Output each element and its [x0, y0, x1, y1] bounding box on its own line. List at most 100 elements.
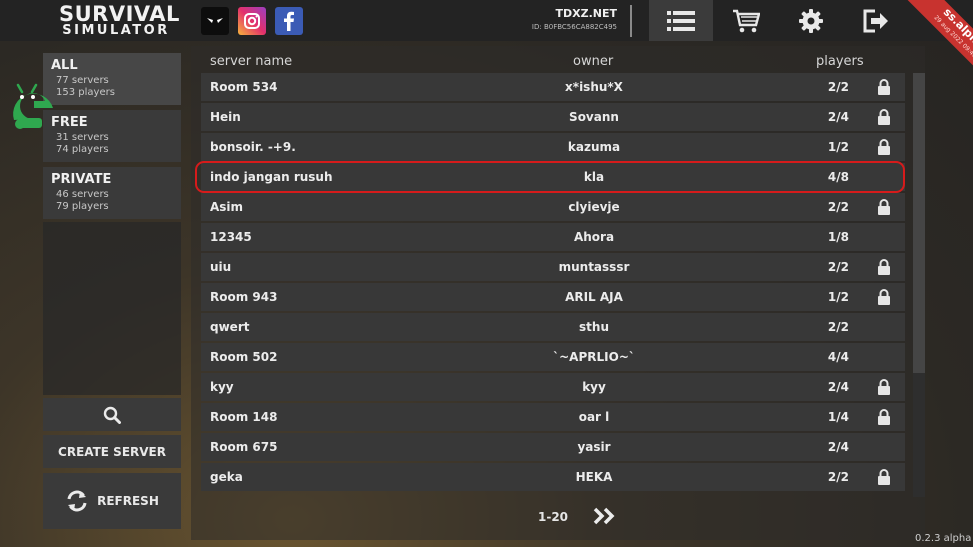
- players-cell: 2/4: [827, 380, 849, 394]
- players-cell: 2/2: [827, 320, 849, 334]
- logo-line-2: SIMULATOR: [62, 23, 170, 38]
- refresh-button[interactable]: REFRESH: [43, 473, 181, 529]
- server-name-cell: uiu: [210, 260, 232, 274]
- lock-icon: [877, 409, 891, 425]
- lock-icon: [877, 109, 891, 125]
- owner-cell: yasir: [577, 440, 611, 454]
- account-info: TDXZ.NET ID: B0FBC56CA882C495: [500, 7, 617, 33]
- players-cell: 2/2: [827, 200, 849, 214]
- category-server-count: 31 servers: [56, 132, 109, 143]
- scrollbar-thumb[interactable]: [913, 73, 925, 373]
- server-name-cell: Room 534: [210, 80, 278, 94]
- create-server-button[interactable]: CREATE SERVER: [43, 435, 181, 468]
- owner-cell: sthu: [579, 320, 609, 334]
- selected-row-highlight: [195, 161, 905, 193]
- category-player-count: 153 players: [56, 87, 115, 98]
- players-cell: 2/2: [827, 470, 849, 484]
- eyes-icon[interactable]: [201, 7, 229, 35]
- lock-icon: [877, 289, 891, 305]
- table-row[interactable]: kyy kyy 2/4: [201, 373, 905, 401]
- owner-cell: Ahora: [573, 230, 615, 244]
- table-row[interactable]: Room 148 oar l 1/4: [201, 403, 905, 431]
- players-cell: 1/2: [827, 290, 849, 304]
- search-icon: [103, 406, 121, 424]
- table-row[interactable]: Room 943 ARIL AJA 1/2: [201, 283, 905, 311]
- lock-icon: [877, 469, 891, 485]
- cart-icon: [733, 9, 760, 32]
- players-cell: 1/4: [827, 410, 849, 424]
- lock-icon: [877, 379, 891, 395]
- column-header-owner[interactable]: owner: [573, 54, 613, 69]
- facebook-icon[interactable]: [275, 7, 303, 35]
- refresh-icon: [67, 490, 87, 512]
- table-row[interactable]: Room 502 `~APRLIO~` 4/4: [201, 343, 905, 371]
- android-logo-icon: [13, 83, 53, 129]
- owner-cell: kazuma: [567, 140, 621, 154]
- table-row[interactable]: Room 534 x*ishu*X 2/2: [201, 73, 905, 101]
- table-row[interactable]: uiu muntasssr 2/2: [201, 253, 905, 281]
- column-header-players[interactable]: players: [816, 54, 864, 69]
- owner-cell: Sovann: [569, 110, 619, 124]
- category-free[interactable]: FREE 31 servers 74 players: [43, 110, 181, 162]
- server-name-cell: Hein: [210, 110, 241, 124]
- lock-icon: [877, 199, 891, 215]
- refresh-label: REFRESH: [97, 494, 159, 508]
- lock-icon: [877, 139, 891, 155]
- players-cell: 2/4: [827, 440, 849, 454]
- table-row[interactable]: bonsoir. -+9. kazuma 1/2: [201, 133, 905, 161]
- category-server-count: 46 servers: [56, 189, 109, 200]
- players-cell: 2/2: [827, 80, 849, 94]
- category-player-count: 74 players: [56, 144, 109, 155]
- exit-icon: [863, 9, 888, 32]
- players-cell: 4/4: [827, 350, 849, 364]
- table-row[interactable]: Asim clyievje 2/2: [201, 193, 905, 221]
- owner-cell: oar l: [578, 410, 610, 424]
- server-name-cell: kyy: [210, 380, 234, 394]
- owner-cell: x*ishu*X: [565, 80, 623, 94]
- owner-cell: muntasssr: [558, 260, 630, 274]
- server-list-button[interactable]: [649, 0, 713, 41]
- server-name-cell: geka: [210, 470, 243, 484]
- menu-icon: [667, 10, 695, 31]
- lock-icon: [877, 79, 891, 95]
- table-row[interactable]: qwert sthu 2/2: [201, 313, 905, 341]
- category-title: PRIVATE: [51, 172, 112, 187]
- column-header-server-name[interactable]: server name: [210, 54, 292, 69]
- settings-button[interactable]: [779, 0, 843, 41]
- category-player-count: 79 players: [56, 201, 109, 212]
- category-private[interactable]: PRIVATE 46 servers 79 players: [43, 167, 181, 219]
- page-range: 1-20: [538, 510, 569, 524]
- gear-icon: [799, 8, 823, 33]
- server-name-cell: 12345: [210, 230, 252, 244]
- category-server-count: 77 servers: [56, 75, 109, 86]
- server-name-cell: Room 943: [210, 290, 278, 304]
- owner-cell: ARIL AJA: [565, 290, 623, 304]
- logo-line-1: SURVIVAL: [59, 2, 180, 26]
- server-table: Room 534 x*ishu*X 2/2 Hein Sovann 2/4 bonsoir.…: [201, 73, 905, 497]
- instagram-icon[interactable]: [238, 7, 266, 35]
- server-name-cell: Room 148: [210, 410, 278, 424]
- server-name-cell: Room 675: [210, 440, 278, 454]
- table-row[interactable]: 12345 Ahora 1/8: [201, 223, 905, 251]
- owner-cell: kyy: [582, 380, 606, 394]
- players-cell: 2/4: [827, 110, 849, 124]
- search-button[interactable]: [43, 398, 181, 431]
- top-bar: SURVIVAL SIMULATOR TDXZ.NET ID: B0FBC56C…: [0, 0, 973, 80]
- server-name-cell: Asim: [210, 200, 244, 214]
- owner-cell: `~APRLIO~`: [553, 350, 635, 364]
- server-name-cell: Room 502: [210, 350, 278, 364]
- players-cell: 2/2: [827, 260, 849, 274]
- table-row[interactable]: geka HEKA 2/2: [201, 463, 905, 491]
- table-row[interactable]: Hein Sovann 2/4: [201, 103, 905, 131]
- category-all[interactable]: ALL 77 servers 153 players: [43, 53, 181, 105]
- account-name: TDXZ.NET: [555, 7, 618, 20]
- shop-button[interactable]: [714, 0, 778, 41]
- owner-cell: HEKA: [575, 470, 613, 484]
- owner-cell: clyievje: [568, 200, 620, 214]
- category-title: ALL: [51, 58, 78, 73]
- lock-icon: [877, 259, 891, 275]
- game-logo: SURVIVAL SIMULATOR: [59, 2, 180, 38]
- next-page-icon[interactable]: [593, 507, 619, 525]
- table-row[interactable]: Room 675 yasir 2/4: [201, 433, 905, 461]
- server-name-cell: qwert: [210, 320, 250, 334]
